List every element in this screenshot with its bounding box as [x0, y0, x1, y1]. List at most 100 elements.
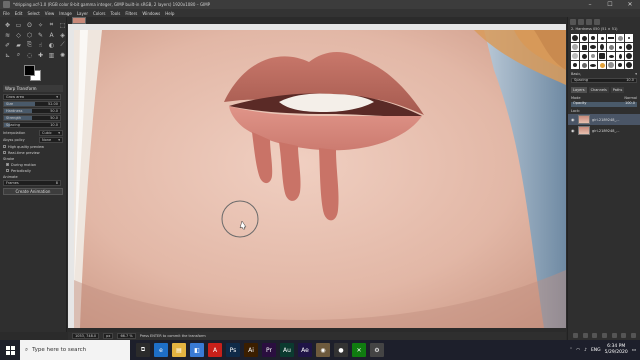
fonts-tab-icon[interactable]	[586, 19, 592, 25]
image-canvas[interactable]	[74, 30, 566, 328]
periodically-checkbox[interactable]	[6, 169, 9, 172]
brush-item[interactable]	[580, 61, 588, 69]
patterns-tab-icon[interactable]	[578, 19, 584, 25]
bucket-fill-icon[interactable]: ◈	[58, 31, 67, 39]
brush-item[interactable]	[580, 43, 588, 51]
brush-item[interactable]	[607, 34, 615, 42]
brush-item[interactable]	[571, 34, 579, 42]
close-button[interactable]: ✕	[620, 0, 640, 9]
brush-item[interactable]	[571, 43, 579, 51]
brush-item[interactable]	[607, 52, 615, 60]
heal-icon[interactable]: ✚	[36, 51, 45, 59]
illustrator-icon[interactable]: Ai	[244, 343, 258, 357]
behavior-select[interactable]: Grow area ▾	[3, 94, 61, 100]
task-view-icon[interactable]: ⧉	[136, 343, 150, 357]
text-icon[interactable]: A	[47, 31, 56, 39]
menu-file[interactable]: File	[3, 11, 10, 16]
paths-icon[interactable]: ✎	[36, 31, 45, 39]
periodically-option[interactable]: Periodically	[3, 168, 63, 173]
obs-icon[interactable]: ●	[334, 343, 348, 357]
language-indicator[interactable]: ENG	[591, 348, 601, 353]
spacing-slider[interactable]: Spacing 10.0	[3, 122, 61, 128]
eye-icon[interactable]: ◉	[571, 117, 576, 122]
rect-select-icon[interactable]: ▭	[14, 21, 23, 29]
brush-item[interactable]	[625, 43, 633, 51]
real-time-checkbox[interactable]	[3, 151, 6, 154]
layer-row[interactable]: ◉ girl-2189248_...	[568, 125, 640, 136]
mode-select[interactable]: Normal	[624, 96, 637, 100]
tab-paths[interactable]: Paths	[610, 87, 625, 93]
gradient-icon[interactable]: ▥	[47, 51, 56, 59]
menu-layer[interactable]: Layer	[77, 11, 88, 16]
notifications-icon[interactable]: ▭	[632, 348, 636, 353]
brush-item[interactable]	[625, 61, 633, 69]
raise-layer-icon[interactable]	[592, 333, 598, 338]
move-tool-icon[interactable]: ✥	[3, 21, 12, 29]
interpolation-select[interactable]: Cubic ▾	[39, 130, 63, 136]
smudge-icon[interactable]: ☝	[36, 41, 45, 49]
menu-colors[interactable]: Colors	[93, 11, 106, 16]
brush-item[interactable]	[607, 43, 615, 51]
brush-item[interactable]	[580, 34, 588, 42]
brush-item[interactable]	[607, 61, 615, 69]
lower-layer-icon[interactable]	[601, 333, 607, 338]
menu-view[interactable]: View	[45, 11, 55, 16]
store-icon[interactable]: ◧	[190, 343, 204, 357]
high-quality-checkbox[interactable]	[3, 145, 6, 148]
brush-item[interactable]	[598, 52, 606, 60]
zoom-select[interactable]: 66.7 %	[117, 333, 136, 339]
blur-icon[interactable]: ◌	[25, 51, 34, 59]
menu-tools[interactable]: Tools	[111, 11, 121, 16]
during-motion-checkbox[interactable]	[6, 163, 9, 166]
start-button[interactable]	[0, 340, 20, 360]
brush-item[interactable]	[616, 43, 624, 51]
menu-filters[interactable]: Filters	[125, 11, 137, 16]
paintbrush-icon[interactable]: ✐	[3, 41, 12, 49]
brush-item[interactable]	[589, 61, 597, 69]
handle-transform-icon[interactable]: ◇	[14, 31, 23, 39]
brush-item[interactable]	[571, 52, 579, 60]
image-tab-thumbnail[interactable]	[72, 17, 86, 24]
menu-edit[interactable]: Edit	[15, 11, 23, 16]
unified-transform-icon[interactable]: ⬚	[58, 21, 67, 29]
document-history-tab-icon[interactable]	[594, 19, 600, 25]
real-time-preview-option[interactable]: Real-time preview	[3, 150, 63, 155]
brush-item[interactable]	[598, 43, 606, 51]
hardness-slider[interactable]: Hardness 50.0	[3, 108, 61, 114]
unit-select[interactable]: px	[103, 333, 114, 339]
chevron-up-icon[interactable]: ˄	[570, 348, 572, 353]
fg-bg-colors[interactable]	[24, 65, 44, 81]
brush-item[interactable]	[625, 52, 633, 60]
anchor-layer-icon[interactable]	[621, 333, 627, 338]
new-group-icon[interactable]	[582, 333, 588, 338]
menu-windows[interactable]: Windows	[142, 11, 160, 16]
settings-icon[interactable]: ⚙	[370, 343, 384, 357]
frames-field[interactable]: Frames 8	[3, 180, 61, 186]
brush-item[interactable]	[589, 52, 597, 60]
abyss-select[interactable]: None ▾	[39, 137, 63, 143]
brush-item[interactable]	[616, 61, 624, 69]
cage-transform-icon[interactable]: ⬡	[25, 31, 34, 39]
aftereffects-icon[interactable]: Ae	[298, 343, 312, 357]
create-animation-button[interactable]: Create Animation	[3, 188, 63, 195]
menu-image[interactable]: Image	[59, 11, 72, 16]
layer-row[interactable]: ◉ girl-2189248_...	[568, 114, 640, 125]
warp-transform-icon[interactable]: ≋	[3, 31, 12, 39]
menu-select[interactable]: Select	[27, 11, 39, 16]
high-quality-preview-option[interactable]: High quality preview	[3, 144, 63, 149]
network-icon[interactable]: ◠	[576, 348, 580, 353]
eye-icon[interactable]: ◉	[571, 128, 576, 133]
brush-item[interactable]	[598, 61, 606, 69]
acrobat-icon[interactable]: A	[208, 343, 222, 357]
dodge-icon[interactable]: ◐	[47, 41, 56, 49]
audition-icon[interactable]: Au	[280, 343, 294, 357]
menu-help[interactable]: Help	[165, 11, 174, 16]
gimp-icon[interactable]: ◉	[316, 343, 330, 357]
clone-icon[interactable]: ⎘	[25, 41, 34, 49]
brush-item[interactable]	[589, 43, 597, 51]
during-motion-option[interactable]: During motion	[3, 162, 63, 167]
edge-icon[interactable]: e	[154, 343, 168, 357]
xbox-icon[interactable]: ✕	[352, 343, 366, 357]
brush-item[interactable]	[625, 34, 633, 42]
lasso-icon[interactable]: ʘ	[25, 21, 34, 29]
